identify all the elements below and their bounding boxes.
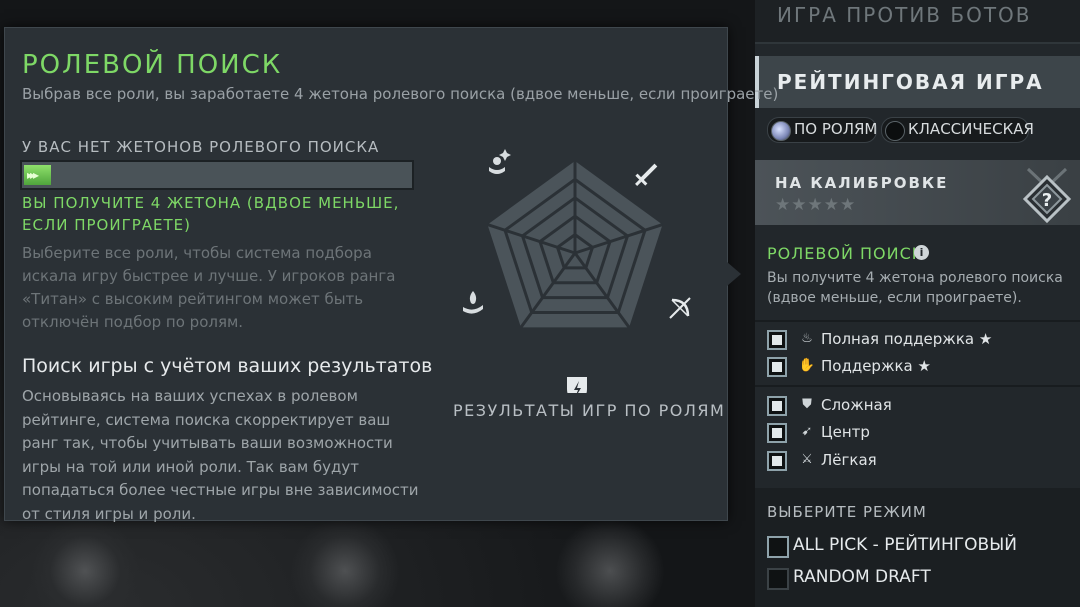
token-progress-fill: ▸▸▸	[24, 165, 52, 185]
token-progress-bar: ▸▸▸	[20, 160, 414, 190]
role-checkbox[interactable]	[767, 423, 787, 443]
mode-checkbox[interactable]	[767, 568, 789, 590]
tooltip-subtitle: Выбрав все роли, вы заработаете 4 жетона…	[22, 85, 779, 103]
role-checkbox[interactable]	[767, 357, 787, 377]
tooltip-title: РОЛЕВОЙ ПОИСК	[22, 50, 283, 80]
support-icon: ✋	[798, 358, 816, 373]
hero-art	[290, 517, 400, 607]
results-heading: Поиск игры с учётом ваших результатов	[22, 355, 433, 377]
role-search-title: РОЛЕВОЙ ПОИСК	[767, 244, 925, 263]
calibration-box: НА КАЛИБРОВКЕ ★★★★★ ?	[755, 160, 1080, 225]
role-results-label: РЕЗУЛЬТАТЫ ИГР ПО РОЛЯМ	[453, 401, 726, 420]
radar-web	[487, 161, 663, 329]
rank-medal-icon: ?	[1022, 167, 1072, 224]
bot-match-tab[interactable]: ИГРА ПРОТИВ БОТОВ	[755, 0, 1080, 44]
hard-support-icon: ♨	[801, 331, 813, 346]
radio-classic[interactable]: КЛАССИЧЕСКАЯ	[881, 117, 1034, 143]
role-search-description: Выберите все роли, чтобы система подбора…	[22, 244, 396, 331]
role-checkbox[interactable]	[767, 330, 787, 350]
info-icon[interactable]: i	[914, 245, 929, 260]
role-search-desc: Вы получите 4 жетона ролевого поиска (вд…	[767, 270, 1063, 306]
tooltip-pointer	[727, 262, 741, 286]
matchmaking-panel: ИГРА ПРОТИВ БОТОВ РЕЙТИНГОВАЯ ИГРА ПО РО…	[755, 0, 1080, 607]
offlane-shield-icon	[567, 377, 587, 393]
mid-icon: ➹	[801, 424, 813, 439]
hero-art	[555, 517, 665, 607]
earn-tokens-text: ВЫ ПОЛУЧИТЕ 4 ЖЕТОНА (ВДВОЕ МЕНЬШЕ, ЕСЛИ…	[22, 194, 400, 234]
hard-support-icon	[489, 149, 511, 174]
radio-dot-selected	[771, 121, 791, 141]
support-hand-icon	[463, 291, 483, 314]
radio-dot	[885, 121, 905, 141]
results-description: Основываясь на ваших успехах в ролевом р…	[22, 387, 419, 523]
role-search-tooltip: РОЛЕВОЙ ПОИСК Выбрав все роли, вы зарабо…	[4, 27, 778, 523]
radio-by-roles[interactable]: ПО РОЛЯМ	[767, 117, 877, 143]
offlane-icon: ⛊	[802, 397, 812, 412]
hero-art	[30, 517, 140, 607]
calibration-stars: ★★★★★	[775, 195, 857, 215]
divider	[755, 385, 1080, 387]
calibration-title: НА КАЛИБРОВКЕ	[775, 174, 949, 192]
mid-bow-icon	[669, 297, 691, 319]
role-checkbox[interactable]	[767, 396, 787, 416]
mode-title: ВЫБЕРИТЕ РЕЖИМ	[767, 503, 927, 521]
role-checkbox[interactable]	[767, 451, 787, 471]
ranked-match-tab[interactable]: РЕЙТИНГОВАЯ ИГРА	[755, 56, 1080, 108]
no-tokens-label: У ВАС НЕТ ЖЕТОНОВ РОЛЕВОГО ПОИСКА	[22, 138, 380, 156]
carry-sword-icon	[635, 163, 658, 186]
mode-checkbox[interactable]	[767, 536, 789, 558]
role-results-radar-chart	[463, 149, 691, 393]
divider	[755, 320, 1080, 322]
svg-text:?: ?	[1042, 190, 1052, 211]
carry-icon: ⚔	[801, 452, 813, 467]
